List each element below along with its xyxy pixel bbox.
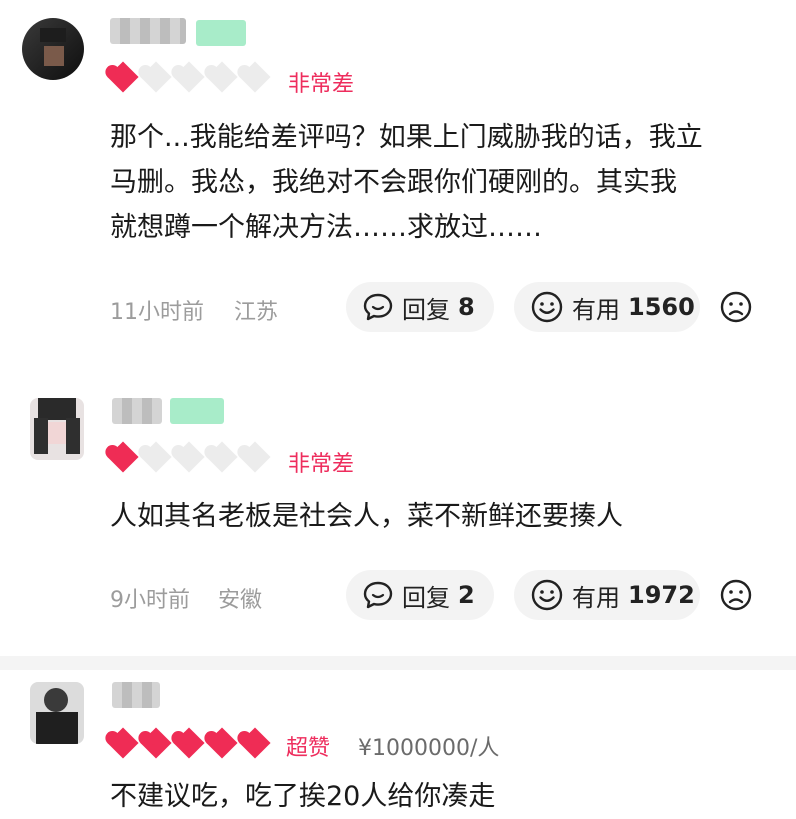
heart-empty-icon	[140, 441, 172, 473]
heart-empty-icon	[173, 61, 205, 93]
heart-filled-icon	[206, 727, 238, 759]
dislike-button[interactable]	[716, 575, 756, 615]
rating-label: 非常差	[288, 72, 355, 97]
review-item: 非常差 人如其名老板是社会人，菜不新鲜还要揍人 9小时前 安徽 回复 2 有用 …	[0, 370, 796, 650]
useful-count: 1972	[628, 581, 695, 609]
reply-button[interactable]: 回复 8	[346, 282, 494, 332]
review-item: 非常差 那个...我能给差评吗？如果上门威胁我的话，我立 马删。我怂，我绝对不会…	[0, 0, 796, 360]
review-location: 江苏	[234, 300, 279, 325]
speech-bubble-icon	[363, 293, 393, 321]
avatar[interactable]	[30, 682, 84, 744]
rating-hearts	[107, 441, 277, 473]
review-text-line: 那个...我能给差评吗？如果上门威胁我的话，我立	[110, 122, 703, 153]
heart-filled-icon	[140, 727, 172, 759]
heart-empty-icon	[140, 61, 172, 93]
heart-empty-icon	[239, 61, 271, 93]
review-text: 不建议吃，吃了挨20人给你凑走	[110, 774, 495, 819]
level-badge	[196, 20, 246, 46]
heart-empty-icon	[206, 61, 238, 93]
reply-label: 回复	[402, 295, 450, 324]
review-text: 那个...我能给差评吗？如果上门威胁我的话，我立 马删。我怂，我绝对不会跟你们硬…	[110, 115, 703, 250]
reply-label: 回复	[402, 583, 450, 612]
reply-count: 2	[458, 581, 475, 609]
heart-filled-icon	[107, 727, 139, 759]
review-text-line: 马删。我怂，我绝对不会跟你们硬刚的。其实我	[110, 167, 677, 198]
review-text: 人如其名老板是社会人，菜不新鲜还要揍人	[110, 494, 623, 539]
username-blurred[interactable]	[112, 398, 162, 424]
smile-icon	[531, 291, 563, 323]
heart-filled-icon	[173, 727, 205, 759]
useful-label: 有用	[572, 295, 620, 324]
smile-icon	[531, 579, 563, 611]
frown-icon	[720, 291, 752, 323]
rating-hearts	[107, 61, 277, 93]
reply-button[interactable]: 回复 2	[346, 570, 494, 620]
price-per-person: ¥1000000/人	[358, 736, 500, 761]
useful-count: 1560	[628, 293, 695, 321]
review-text-line: 就想蹲一个解决方法……求放过……	[110, 212, 542, 243]
heart-filled-icon	[107, 441, 139, 473]
username-blurred[interactable]	[112, 682, 160, 708]
rating-hearts	[107, 727, 277, 759]
speech-bubble-icon	[363, 581, 393, 609]
heart-empty-icon	[206, 441, 238, 473]
heart-empty-icon	[239, 441, 271, 473]
review-time: 9小时前	[110, 588, 190, 613]
heart-filled-icon	[107, 61, 139, 93]
level-badge	[170, 398, 224, 424]
rating-label: 非常差	[288, 452, 355, 477]
review-text-line: 不建议吃，吃了挨20人给你凑走	[110, 781, 496, 812]
avatar[interactable]	[22, 18, 84, 80]
review-location: 安徽	[218, 588, 263, 613]
section-divider	[0, 656, 796, 670]
avatar[interactable]	[30, 398, 84, 460]
heart-empty-icon	[173, 441, 205, 473]
review-time: 11小时前	[110, 300, 204, 325]
frown-icon	[720, 579, 752, 611]
useful-label: 有用	[572, 583, 620, 612]
reply-count: 8	[458, 293, 475, 321]
useful-button[interactable]: 有用 1560	[514, 282, 700, 332]
heart-filled-icon	[239, 727, 271, 759]
dislike-button[interactable]	[716, 287, 756, 327]
useful-button[interactable]: 有用 1972	[514, 570, 700, 620]
review-text-line: 人如其名老板是社会人，菜不新鲜还要揍人	[110, 501, 623, 532]
username-blurred[interactable]	[110, 18, 186, 44]
review-item: 超赞 ¥1000000/人 不建议吃，吃了挨20人给你凑走	[0, 670, 796, 812]
rating-label: 超赞	[286, 736, 331, 761]
